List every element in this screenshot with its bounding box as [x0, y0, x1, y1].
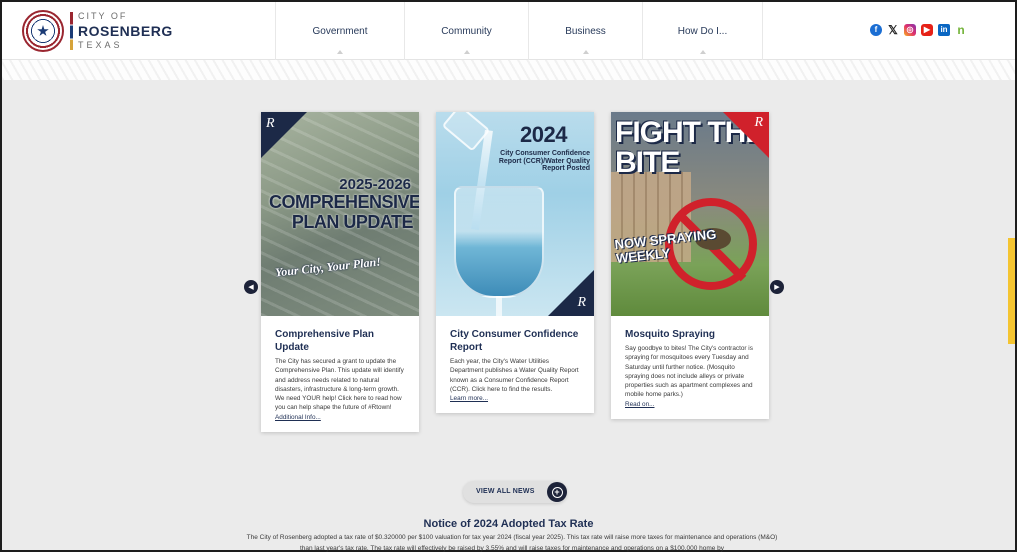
news-card-title[interactable]: Comprehensive Plan Update — [275, 328, 406, 354]
image-text: City Consumer Confidence Report (CCR)/Wa… — [498, 150, 590, 172]
plus-circle-icon: + — [547, 482, 567, 502]
water-glass-shape — [454, 186, 544, 298]
caret-up-icon — [582, 50, 589, 54]
social-links: f 𝕏 ◎ ▶ in n — [870, 24, 967, 36]
news-card-link[interactable]: Additional Info... — [275, 413, 406, 422]
image-text: Your City, Your Plan! — [274, 254, 382, 280]
nav-label: How Do I... — [677, 25, 728, 37]
city-logo[interactable]: CITY OF ROSENBERG TEXAS — [22, 10, 182, 52]
caret-up-icon — [463, 50, 470, 54]
news-card-mosquito-spraying[interactable]: FIGHT THE BITE NOW SPRAYING WEEKLY R Mos… — [611, 112, 769, 420]
caret-up-icon — [699, 50, 706, 54]
view-all-news-button[interactable]: VIEW ALL NEWS + — [463, 481, 567, 503]
news-card-image[interactable]: 2024 City Consumer Confidence Report (CC… — [436, 112, 594, 316]
corner-banner — [548, 270, 594, 316]
glass-stem-shape — [496, 296, 502, 316]
news-card-image[interactable]: FIGHT THE BITE NOW SPRAYING WEEKLY R — [611, 112, 769, 316]
carousel-next-button[interactable]: ▶ — [770, 280, 784, 294]
news-card-title[interactable]: City Consumer Confidence Report — [450, 328, 581, 354]
news-card-link[interactable]: Read on... — [625, 400, 756, 409]
logo-divider — [70, 12, 73, 50]
image-text: 2025-2026 — [339, 176, 411, 193]
logo-line-1: CITY OF — [78, 11, 128, 21]
rosenberg-r-mark: R — [754, 115, 763, 130]
nav-label: Community — [441, 25, 492, 37]
nav-community[interactable]: Community — [404, 2, 528, 60]
nav-business[interactable]: Business — [528, 2, 642, 60]
nav-government[interactable]: Government — [275, 2, 404, 60]
rosenberg-r-mark: R — [577, 295, 586, 310]
site-header: CITY OF ROSENBERG TEXAS Government Commu… — [2, 2, 1015, 60]
nav-label: Government — [312, 25, 368, 37]
facebook-icon[interactable]: f — [870, 24, 882, 36]
caret-up-icon — [337, 50, 343, 54]
news-card-link[interactable]: Learn more... — [450, 394, 581, 403]
logo-line-2: ROSENBERG — [78, 23, 173, 39]
nextdoor-icon[interactable]: n — [955, 24, 967, 36]
image-text: 2024 — [520, 122, 567, 147]
header-pattern-strip — [2, 60, 1015, 80]
nav-label: Business — [565, 25, 606, 37]
news-card-ccr-report[interactable]: 2024 City Consumer Confidence Report (CC… — [436, 112, 594, 414]
rosenberg-r-mark: R — [266, 116, 275, 131]
news-card-text: The City has secured a grant to update t… — [275, 358, 404, 412]
news-card-image[interactable]: R 2025-2026 COMPREHENSIVE PLAN UPDATE Yo… — [261, 112, 419, 316]
x-twitter-icon[interactable]: 𝕏 — [887, 24, 899, 36]
youtube-icon[interactable]: ▶ — [921, 24, 933, 36]
view-all-label: VIEW ALL NEWS — [476, 488, 535, 495]
notice-text: The City of Rosenberg adopted a tax rate… — [246, 534, 778, 552]
nav-how-do-i[interactable]: How Do I... — [642, 2, 763, 60]
news-card-text: Say goodbye to bites! The City's contrac… — [625, 345, 753, 399]
city-seal-icon — [22, 10, 64, 52]
image-text: COMPREHENSIVE PLAN UPDATE — [269, 192, 419, 232]
news-card-comprehensive-plan[interactable]: R 2025-2026 COMPREHENSIVE PLAN UPDATE Yo… — [261, 112, 419, 433]
instagram-icon[interactable]: ◎ — [904, 24, 916, 36]
notice-title: Notice of 2024 Adopted Tax Rate — [423, 518, 594, 530]
news-card-title[interactable]: Mosquito Spraying — [625, 328, 756, 341]
carousel-prev-button[interactable]: ◀ — [244, 280, 258, 294]
logo-line-3: TEXAS — [78, 40, 123, 50]
linkedin-icon[interactable]: in — [938, 24, 950, 36]
news-card-text: Each year, the City's Water Utilities De… — [450, 358, 579, 393]
side-feedback-tab[interactable] — [1008, 238, 1015, 344]
main-nav: Government Community Business How Do I..… — [275, 2, 763, 60]
